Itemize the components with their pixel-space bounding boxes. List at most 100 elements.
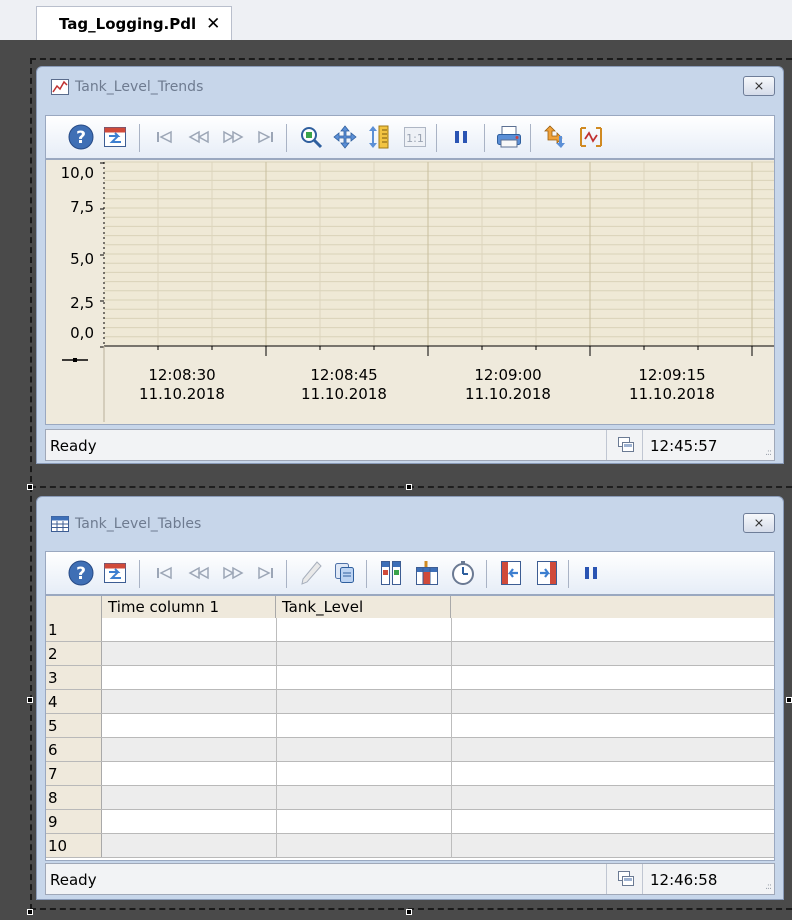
table-row[interactable]: 6 xyxy=(46,738,774,762)
select-columns-icon[interactable] xyxy=(376,558,406,588)
header-corner xyxy=(46,596,102,618)
resize-handle[interactable] xyxy=(786,697,792,703)
x-tick-date: 11.10.2018 xyxy=(629,385,715,403)
status-time: 12:45:57 xyxy=(650,437,718,455)
time-range-icon[interactable] xyxy=(448,558,478,588)
trend-control-title: Tank_Level_Trends xyxy=(75,79,204,95)
trend-statusbar: Ready 12:45:57 .:: xyxy=(45,429,775,461)
row-number: 7 xyxy=(46,762,102,785)
x-tick-time: 12:08:45 xyxy=(310,366,378,384)
row-number: 1 xyxy=(46,618,102,641)
zoom-area-icon[interactable] xyxy=(296,122,326,152)
row-number: 9 xyxy=(46,810,102,833)
table-window-icon xyxy=(51,516,69,532)
x-tick-date: 11.10.2018 xyxy=(301,385,387,403)
x-tick-label: 12:08:30 11.10.2018 xyxy=(122,366,242,404)
table-toolbar: ? xyxy=(45,551,775,595)
table-header-row: Time column 1 Tank_Level xyxy=(46,596,774,619)
x-tick-time: 12:09:15 xyxy=(638,366,706,384)
table-row[interactable]: 10 xyxy=(46,834,774,858)
resize-handle[interactable] xyxy=(406,909,412,915)
table-row[interactable]: 8 xyxy=(46,786,774,810)
help-icon[interactable]: ? xyxy=(66,558,96,588)
configure-dialog-icon[interactable] xyxy=(100,122,130,152)
previous-data-record-icon[interactable] xyxy=(184,558,214,588)
svg-text:?: ? xyxy=(76,128,86,148)
select-data-connection-icon[interactable] xyxy=(412,558,442,588)
legend-marker xyxy=(73,358,77,362)
trend-area[interactable]: 10,0 7,5 5,0 2,5 0,0 12:08:30 11.10.2018… xyxy=(45,159,775,425)
status-time: 12:46:58 xyxy=(650,871,718,889)
last-data-record-icon[interactable] xyxy=(250,122,280,152)
row-number: 2 xyxy=(46,642,102,665)
trend-window-icon xyxy=(51,79,69,95)
table-row[interactable]: 9 xyxy=(46,810,774,834)
help-icon[interactable]: ? xyxy=(66,122,96,152)
resize-handle[interactable] xyxy=(406,484,412,490)
table-row[interactable]: 2 xyxy=(46,642,774,666)
status-text: Ready xyxy=(50,437,97,455)
stop-icon[interactable] xyxy=(576,558,606,588)
previous-column-icon[interactable] xyxy=(496,558,526,588)
next-column-icon[interactable] xyxy=(532,558,562,588)
window-close-icon[interactable]: ⨯ xyxy=(743,76,775,96)
next-data-record-icon[interactable] xyxy=(218,122,248,152)
table-control-titlebar: Tank_Level_Tables ⨯ xyxy=(37,497,783,551)
trend-control-window: Tank_Level_Trends ⨯ ? 1:1 10,0 7,5 5,0 2… xyxy=(36,66,784,464)
row-number: 4 xyxy=(46,690,102,713)
select-statistic-area-icon[interactable] xyxy=(540,122,570,152)
column-header[interactable]: Tank_Level xyxy=(276,596,451,618)
window-close-icon[interactable]: ⨯ xyxy=(743,513,775,533)
table-statusbar: Ready 12:46:58 .:: xyxy=(45,863,775,895)
table-control-title: Tank_Level_Tables xyxy=(75,516,202,532)
resize-handle[interactable] xyxy=(27,697,33,703)
move-trend-area-icon[interactable] xyxy=(330,122,360,152)
table-control-window: Tank_Level_Tables ⨯ ? Time column 1 Tank… xyxy=(36,496,784,900)
x-tick-time: 12:09:00 xyxy=(474,366,542,384)
next-data-record-icon[interactable] xyxy=(218,558,248,588)
x-tick-date: 11.10.2018 xyxy=(465,385,551,403)
connection-status-icon xyxy=(616,435,636,459)
status-text: Ready xyxy=(50,871,97,889)
row-number: 10 xyxy=(46,834,102,857)
original-view-icon[interactable]: 1:1 xyxy=(400,122,430,152)
document-tab-strip: Tag_Logging.Pdl ✕ xyxy=(0,0,792,40)
print-icon[interactable] xyxy=(494,122,524,152)
resize-handle[interactable] xyxy=(27,484,33,490)
table-row[interactable]: 4 xyxy=(46,690,774,714)
table-row[interactable]: 7 xyxy=(46,762,774,786)
y-tick-label: 2,5 xyxy=(70,294,94,312)
first-data-record-icon[interactable] xyxy=(150,558,180,588)
table-row[interactable]: 3 xyxy=(46,666,774,690)
svg-text:1:1: 1:1 xyxy=(406,132,424,145)
ruler-icon[interactable] xyxy=(576,122,606,152)
column-header[interactable]: Time column 1 xyxy=(102,596,276,618)
row-number: 3 xyxy=(46,666,102,689)
first-data-record-icon[interactable] xyxy=(150,122,180,152)
y-tick-label: 5,0 xyxy=(70,250,94,268)
document-tab[interactable]: Tag_Logging.Pdl ✕ xyxy=(36,6,232,40)
resize-handle[interactable] xyxy=(27,909,33,915)
resize-grip-icon[interactable]: .:: xyxy=(765,882,772,892)
row-number: 5 xyxy=(46,714,102,737)
edit-icon[interactable] xyxy=(296,558,326,588)
zoom-time-axis-icon[interactable] xyxy=(364,122,394,152)
x-tick-time: 12:08:30 xyxy=(148,366,216,384)
row-number: 6 xyxy=(46,738,102,761)
previous-data-record-icon[interactable] xyxy=(184,122,214,152)
resize-grip-icon[interactable]: .:: xyxy=(765,448,772,458)
trend-toolbar: ? 1:1 xyxy=(45,115,775,159)
configure-dialog-icon[interactable] xyxy=(100,558,130,588)
table-row[interactable]: 5 xyxy=(46,714,774,738)
stop-icon[interactable] xyxy=(446,122,476,152)
copy-rows-icon[interactable] xyxy=(330,558,360,588)
trend-control-titlebar: Tank_Level_Trends ⨯ xyxy=(37,67,783,107)
table-grid[interactable]: Time column 1 Tank_Level 1 2 3 4 5 6 7 8 9 10 xyxy=(45,595,775,861)
x-tick-label: 12:09:15 11.10.2018 xyxy=(612,366,732,404)
x-tick-label: 12:08:45 11.10.2018 xyxy=(284,366,404,404)
last-data-record-icon[interactable] xyxy=(250,558,280,588)
connection-status-icon xyxy=(616,869,636,893)
y-tick-label: 7,5 xyxy=(70,198,94,216)
table-row[interactable]: 1 xyxy=(46,618,774,642)
tab-close-icon[interactable]: ✕ xyxy=(206,14,220,34)
